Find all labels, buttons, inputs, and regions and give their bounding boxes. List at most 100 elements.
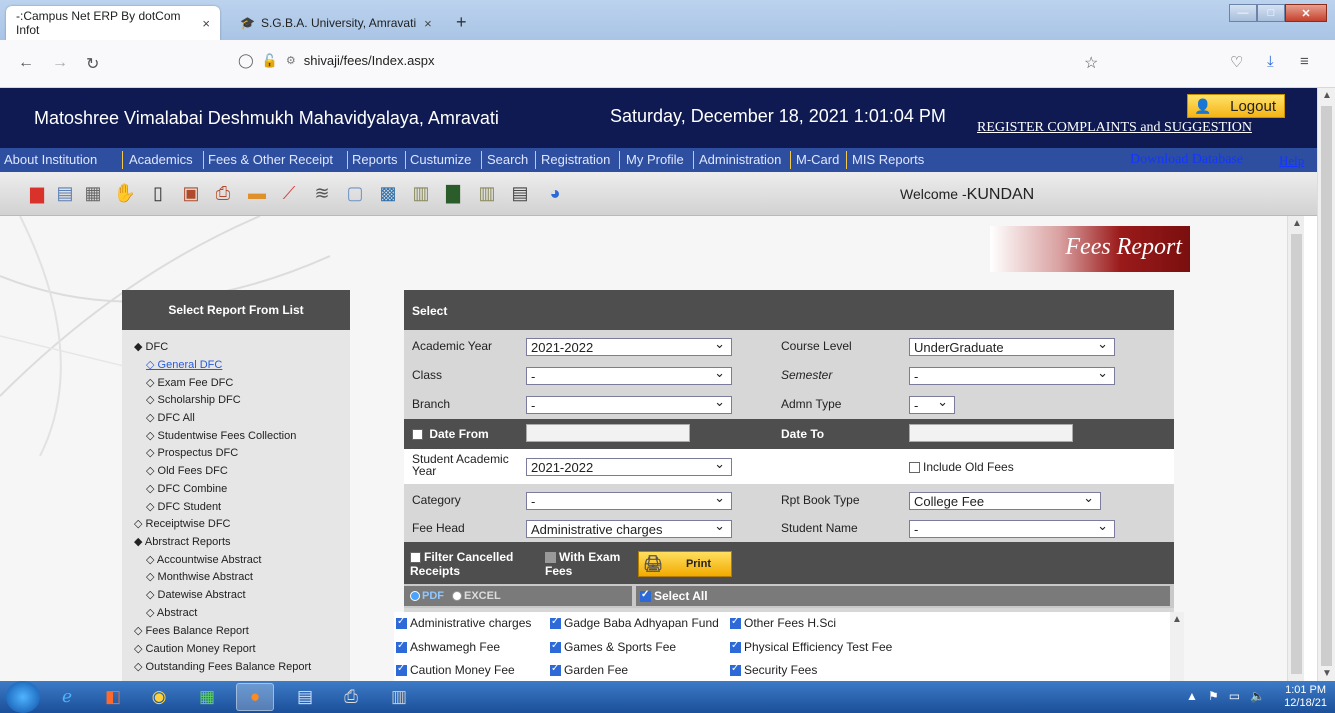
menu-item-registration[interactable]: Registration bbox=[541, 152, 610, 167]
rpt-book-type-select[interactable]: College Fee bbox=[909, 490, 1101, 510]
notepad-icon[interactable]: ▥ bbox=[408, 178, 434, 208]
fee-option[interactable]: Games & Sports Fee bbox=[550, 640, 676, 654]
list-item[interactable]: ◇ Abstract bbox=[146, 606, 197, 619]
menu-item-custumize[interactable]: Custumize bbox=[410, 152, 471, 167]
calculator-icon[interactable]: ▥ bbox=[380, 683, 418, 711]
with-exam-fees-checkbox[interactable] bbox=[545, 552, 556, 564]
fee-option[interactable]: Garden Fee bbox=[550, 663, 628, 677]
admn-type-select[interactable]: - bbox=[909, 394, 955, 414]
printer-register-icon[interactable]: ⎙ bbox=[210, 178, 236, 208]
insecure-lock-icon[interactable]: 🔓 bbox=[262, 53, 278, 69]
category-select[interactable]: - bbox=[526, 490, 732, 510]
menu-item-academics[interactable]: Academics bbox=[129, 152, 193, 167]
menu-item-about-institution[interactable]: About Institution bbox=[4, 152, 97, 167]
handshake-icon[interactable]: ✋ bbox=[112, 178, 138, 208]
address-bar[interactable]: ◯ 🔓 ⚙ shivaji/fees/Index.aspx bbox=[238, 52, 435, 69]
select-all-option[interactable]: Select All bbox=[640, 589, 708, 603]
scroll-up-icon[interactable]: ▲ bbox=[1322, 90, 1332, 101]
date-to-input[interactable] bbox=[909, 424, 1073, 442]
permissions-icon[interactable]: ⚙ bbox=[286, 54, 296, 67]
list-item[interactable]: ◇ General DFC bbox=[146, 358, 222, 371]
list-item[interactable]: ◇ Prospectus DFC bbox=[146, 446, 238, 459]
fee-option[interactable]: Caution Money Fee bbox=[396, 663, 515, 677]
pdf-radio[interactable] bbox=[410, 591, 420, 602]
fee-option[interactable]: Other Fees H.Sci bbox=[730, 616, 836, 630]
excel-radio[interactable] bbox=[452, 591, 462, 602]
student-academic-year-select[interactable]: 2021-2022 bbox=[526, 456, 732, 476]
semester-select[interactable]: - bbox=[909, 365, 1115, 385]
fee-option[interactable]: Security Fees bbox=[730, 663, 817, 677]
word-icon[interactable]: ▤ bbox=[286, 683, 324, 711]
register-complaints-link[interactable]: REGISTER COMPLAINTS and SUGGESTION bbox=[977, 120, 1252, 136]
bookmark-star-icon[interactable]: ☆ bbox=[1084, 53, 1098, 73]
fee-option[interactable]: Administrative charges bbox=[396, 616, 531, 630]
wallet-icon[interactable]: ▬ bbox=[244, 178, 270, 208]
reload-icon[interactable]: ↻ bbox=[86, 54, 99, 74]
fee-checkbox[interactable] bbox=[730, 616, 741, 630]
content-scrollbar[interactable]: ▲ bbox=[1287, 216, 1304, 681]
list-item[interactable]: ◇ Caution Money Report bbox=[134, 642, 256, 655]
class-select[interactable]: - bbox=[526, 365, 732, 385]
url-text[interactable]: shivaji/fees/Index.aspx bbox=[304, 53, 435, 68]
maximize-icon[interactable]: □ bbox=[1257, 4, 1285, 22]
date-from-checkbox[interactable] bbox=[412, 429, 423, 441]
menu-item-administration[interactable]: Administration bbox=[699, 152, 781, 167]
logout-button[interactable]: 👤 Logout bbox=[1187, 94, 1285, 118]
windows-start-button[interactable] bbox=[6, 681, 40, 713]
list-item[interactable]: ◇ Studentwise Fees Collection bbox=[146, 429, 296, 442]
list-item[interactable]: ◇ Exam Fee DFC bbox=[146, 376, 233, 389]
list-item[interactable]: ◇ DFC All bbox=[146, 411, 195, 424]
excel-icon[interactable]: ▦ bbox=[188, 683, 226, 711]
flag-icon[interactable]: ▆ bbox=[24, 178, 50, 208]
list-item[interactable]: ◇ Datewise Abstract bbox=[146, 588, 246, 601]
report-page-icon[interactable]: ▤ bbox=[507, 178, 533, 208]
list-item[interactable]: ◆ Abrstract Reports bbox=[134, 535, 231, 548]
spreadsheet-icon[interactable]: ▩ bbox=[375, 178, 401, 208]
bar-chart-icon[interactable]: ▇ bbox=[440, 178, 466, 208]
firefox-icon[interactable]: ● bbox=[236, 683, 274, 711]
scroll-up-icon[interactable]: ▲ bbox=[1172, 614, 1182, 625]
fee-checkbox[interactable] bbox=[730, 640, 741, 654]
fee-checkbox[interactable] bbox=[396, 640, 407, 654]
calculator-icon[interactable]: ▦ bbox=[80, 178, 106, 208]
scroll-thumb[interactable] bbox=[1291, 234, 1302, 674]
form-list-icon[interactable]: ▤ bbox=[52, 178, 78, 208]
menu-item-mis-reports[interactable]: MIS Reports bbox=[852, 152, 924, 167]
fee-checkbox[interactable] bbox=[550, 616, 561, 630]
select-all-checkbox[interactable] bbox=[640, 589, 651, 603]
back-arrow-icon[interactable]: ← bbox=[18, 54, 34, 72]
menu-item-fees-other-receipt[interactable]: Fees & Other Receipt bbox=[208, 152, 333, 167]
forward-arrow-icon[interactable]: → bbox=[52, 54, 68, 72]
list-item[interactable]: ◆ DFC bbox=[134, 340, 168, 353]
downloads-icon[interactable]: ⤓ bbox=[1267, 53, 1274, 70]
course-level-select[interactable]: UnderGraduate bbox=[909, 336, 1115, 356]
fee-checkbox[interactable] bbox=[730, 663, 741, 677]
notes-icon[interactable]: ▥ bbox=[474, 178, 500, 208]
list-item[interactable]: ◇ Old Fees DFC bbox=[146, 464, 228, 477]
clipboard-icon[interactable]: ▯ bbox=[145, 178, 171, 208]
page-scrollbar[interactable]: ▲ ▼ bbox=[1317, 88, 1335, 681]
menu-item-search[interactable]: Search bbox=[487, 152, 528, 167]
fee-list-scrollbar[interactable]: ▲ bbox=[1170, 612, 1184, 681]
academic-year-select[interactable]: 2021-2022 bbox=[526, 336, 732, 356]
system-clock[interactable]: 1:01 PM 12/18/21 bbox=[1284, 684, 1327, 710]
tab-close-icon[interactable]: × bbox=[202, 16, 210, 31]
tab-close-icon[interactable]: × bbox=[424, 16, 432, 31]
fee-checkbox[interactable] bbox=[550, 640, 561, 654]
fee-checkbox[interactable] bbox=[396, 663, 407, 677]
print-button[interactable]: 🖨 Print bbox=[638, 551, 732, 577]
line-chart-icon[interactable]: ⟋ bbox=[276, 178, 302, 208]
fee-head-select[interactable]: Administrative charges bbox=[526, 518, 732, 538]
list-item[interactable]: ◇ Receiptwise DFC bbox=[134, 517, 231, 530]
document-icon[interactable]: ▢ bbox=[342, 178, 368, 208]
printer-icon[interactable]: ⎙ bbox=[332, 683, 370, 711]
fee-option[interactable]: Physical Efficiency Test Fee bbox=[730, 640, 892, 654]
menu-item-my-profile[interactable]: My Profile bbox=[626, 152, 684, 167]
scroll-up-icon[interactable]: ▲ bbox=[1292, 218, 1302, 229]
download-database-link[interactable]: Download Database bbox=[1130, 152, 1243, 168]
scroll-thumb[interactable] bbox=[1321, 106, 1332, 666]
include-old-fees-option[interactable]: Include Old Fees bbox=[909, 460, 1014, 474]
list-item[interactable]: ◇ Accountwise Abstract bbox=[146, 553, 261, 566]
with-exam-fees-option[interactable]: With Exam Fees bbox=[545, 550, 633, 578]
network-icon[interactable]: ▭ bbox=[1229, 689, 1240, 703]
